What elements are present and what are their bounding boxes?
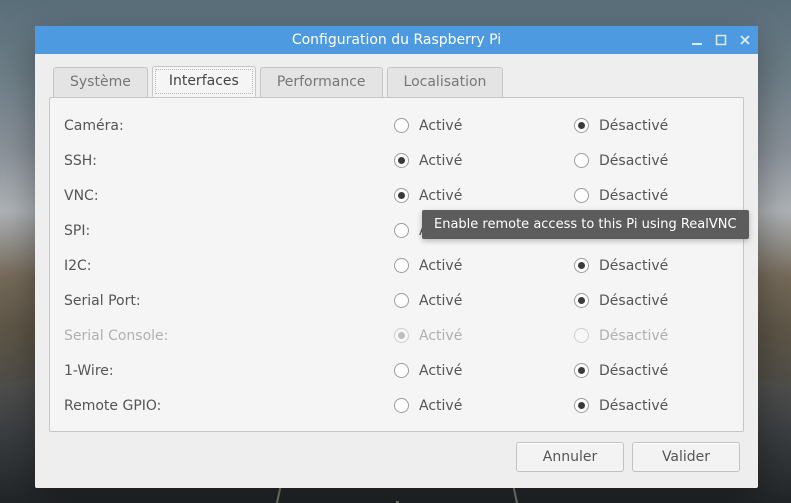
label-serial-console: Serial Console: — [64, 328, 394, 344]
radio-dot-icon — [394, 328, 409, 343]
row-serial-port: Serial Port: Activé Désactivé — [64, 283, 729, 318]
radio-label: Désactivé — [599, 398, 668, 414]
radio-dot-icon — [574, 328, 589, 343]
tab-pane-interfaces: Caméra: Activé Désactivé SSH: Activé Désactiv… — [49, 97, 744, 432]
maximize-icon[interactable] — [714, 33, 728, 47]
titlebar[interactable]: Configuration du Raspberry Pi — [35, 26, 758, 54]
radio-label: Activé — [419, 328, 462, 344]
radio-1-wire-enabled[interactable]: Activé — [394, 363, 574, 379]
label-remote-gpio: Remote GPIO: — [64, 398, 394, 414]
radio-serial-port-enabled[interactable]: Activé — [394, 293, 574, 309]
row-i2c: I2C: Activé Désactivé — [64, 248, 729, 283]
config-window: Configuration du Raspberry Pi Système In… — [35, 26, 758, 488]
radio-label: Désactivé — [599, 363, 668, 379]
radio-ssh-disabled[interactable]: Désactivé — [574, 153, 754, 169]
radio-label: Activé — [419, 118, 462, 134]
radio-label: Activé — [419, 153, 462, 169]
row-camera: Caméra: Activé Désactivé — [64, 108, 729, 143]
radio-i2c-disabled[interactable]: Désactivé — [574, 258, 754, 274]
close-icon[interactable] — [738, 33, 752, 47]
radio-dot-icon — [394, 153, 409, 168]
radio-serial-console-disabled: Désactivé — [574, 328, 754, 344]
radio-dot-icon — [574, 188, 589, 203]
radio-dot-icon — [394, 293, 409, 308]
radio-ssh-enabled[interactable]: Activé — [394, 153, 574, 169]
row-1-wire: 1-Wire: Activé Désactivé — [64, 353, 729, 388]
radio-label: Activé — [419, 188, 462, 204]
radio-label: Activé — [419, 363, 462, 379]
radio-dot-icon — [394, 258, 409, 273]
label-serial-port: Serial Port: — [64, 293, 394, 309]
tab-performance[interactable]: Performance — [260, 67, 383, 98]
radio-i2c-enabled[interactable]: Activé — [394, 258, 574, 274]
label-camera: Caméra: — [64, 118, 394, 134]
ok-button[interactable]: Valider — [632, 442, 740, 472]
label-ssh: SSH: — [64, 153, 394, 169]
radio-vnc-disabled[interactable]: Désactivé — [574, 188, 754, 204]
radio-dot-icon — [574, 258, 589, 273]
radio-dot-icon — [394, 363, 409, 378]
radio-label: Désactivé — [599, 258, 668, 274]
radio-serial-console-enabled: Activé — [394, 328, 574, 344]
radio-remote-gpio-enabled[interactable]: Activé — [394, 398, 574, 414]
radio-label: Activé — [419, 258, 462, 274]
radio-label: Désactivé — [599, 118, 668, 134]
radio-camera-enabled[interactable]: Activé — [394, 118, 574, 134]
row-serial-console: Serial Console: Activé Désactivé — [64, 318, 729, 353]
radio-label: Activé — [419, 293, 462, 309]
tab-strip: Système Interfaces Performance Localisat… — [49, 66, 744, 97]
label-vnc: VNC: — [64, 188, 394, 204]
tooltip-vnc: Enable remote access to this Pi using Re… — [422, 210, 749, 239]
radio-dot-icon — [394, 118, 409, 133]
radio-label: Désactivé — [599, 328, 668, 344]
radio-dot-icon — [574, 398, 589, 413]
radio-1-wire-disabled[interactable]: Désactivé — [574, 363, 754, 379]
radio-dot-icon — [574, 153, 589, 168]
cancel-button[interactable]: Annuler — [516, 442, 624, 472]
radio-label: Activé — [419, 398, 462, 414]
row-remote-gpio: Remote GPIO: Activé Désactivé — [64, 388, 729, 423]
radio-dot-icon — [574, 363, 589, 378]
radio-remote-gpio-disabled[interactable]: Désactivé — [574, 398, 754, 414]
radio-dot-icon — [574, 293, 589, 308]
radio-label: Désactivé — [599, 153, 668, 169]
radio-camera-disabled[interactable]: Désactivé — [574, 118, 754, 134]
radio-dot-icon — [394, 398, 409, 413]
window-title: Configuration du Raspberry Pi — [35, 32, 758, 48]
radio-dot-icon — [394, 223, 409, 238]
radio-dot-icon — [394, 188, 409, 203]
label-1-wire: 1-Wire: — [64, 363, 394, 379]
label-spi: SPI: — [64, 223, 394, 239]
minimize-icon[interactable] — [690, 33, 704, 47]
radio-dot-icon — [574, 118, 589, 133]
radio-label: Désactivé — [599, 188, 668, 204]
row-vnc: VNC: Activé Désactivé — [64, 178, 729, 213]
tab-interfaces[interactable]: Interfaces — [152, 66, 256, 97]
row-ssh: SSH: Activé Désactivé — [64, 143, 729, 178]
radio-vnc-enabled[interactable]: Activé — [394, 188, 574, 204]
label-i2c: I2C: — [64, 258, 394, 274]
radio-serial-port-disabled[interactable]: Désactivé — [574, 293, 754, 309]
tab-localisation[interactable]: Localisation — [387, 67, 504, 98]
radio-label: Désactivé — [599, 293, 668, 309]
tab-system[interactable]: Système — [53, 67, 148, 98]
